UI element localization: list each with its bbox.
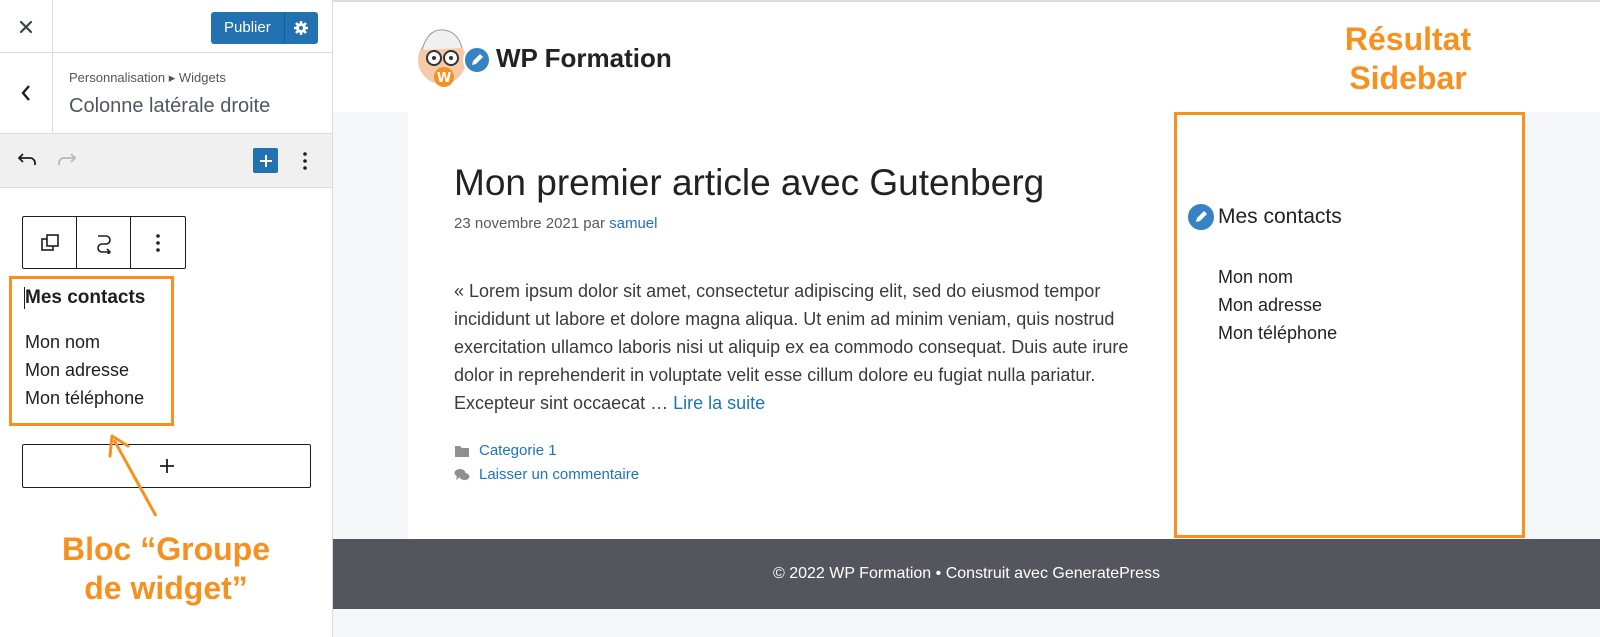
more-vertical-icon xyxy=(156,233,160,252)
breadcrumb: Personnalisation ▸ Widgets xyxy=(69,70,226,85)
more-vertical-icon xyxy=(303,152,307,170)
widget-group-title[interactable]: Mes contacts xyxy=(24,287,145,309)
editor-toolbar xyxy=(0,134,332,188)
settings-gear-icon xyxy=(294,21,309,35)
read-more-link[interactable]: Lire la suite xyxy=(673,393,765,413)
chevron-left-icon xyxy=(21,85,30,101)
block-type-button[interactable] xyxy=(23,217,77,268)
sidebar-widget-line: Mon nom xyxy=(1218,267,1294,287)
drag-move-button[interactable] xyxy=(77,217,131,268)
comments-icon xyxy=(454,468,470,480)
plus-icon xyxy=(259,154,272,167)
arrow-icon xyxy=(108,434,158,517)
widget-group-annotation: Bloc “Groupe de widget” xyxy=(0,530,332,608)
folder-icon xyxy=(455,445,469,457)
svg-text:W: W xyxy=(437,71,451,86)
post-meta: 23 novembre 2021 par samuel xyxy=(454,215,657,232)
post-author-link[interactable]: samuel xyxy=(609,215,657,232)
post-article: Mon premier article avec Gutenberg 23 no… xyxy=(408,112,1173,539)
comment-link[interactable]: Laisser un commentaire xyxy=(479,466,639,483)
annotation-line: de widget” xyxy=(84,570,248,606)
widget-group-line[interactable]: Mon adresse xyxy=(25,360,129,381)
pencil-edit-icon[interactable] xyxy=(1186,202,1216,232)
publish-settings-button[interactable] xyxy=(283,12,318,44)
section-header: Personnalisation ▸ Widgets Colonne latér… xyxy=(0,53,332,134)
post-date: 23 novembre 2021 xyxy=(454,215,580,232)
pencil-edit-icon[interactable] xyxy=(463,46,491,74)
transform-icon xyxy=(96,234,111,254)
site-title[interactable]: WP Formation xyxy=(496,43,672,74)
undo-button[interactable] xyxy=(16,148,38,175)
close-icon xyxy=(19,20,33,33)
publish-button[interactable]: Publier xyxy=(211,12,284,44)
widget-group-line[interactable]: Mon nom xyxy=(25,332,100,353)
site-footer: © 2022 WP Formation • Construit avec Gen… xyxy=(333,539,1600,609)
post-by: par xyxy=(583,215,605,232)
annotation-line: Bloc “Groupe xyxy=(61,531,270,567)
annotation-line: Résultat xyxy=(1344,21,1472,57)
undo-icon xyxy=(17,153,36,165)
block-toolbar xyxy=(22,216,186,269)
options-menu-button[interactable] xyxy=(295,147,315,175)
redo-icon xyxy=(58,153,77,165)
widget-group-line[interactable]: Mon téléphone xyxy=(25,388,144,409)
section-title: Colonne latérale droite xyxy=(69,95,271,117)
excerpt-text: « Lorem ipsum dolor sit amet, consectetu… xyxy=(454,281,1129,413)
footer-copyright: © 2022 WP Formation • Construit avec Gen… xyxy=(772,565,1161,582)
customizer-panel: Publier Personnalisation ▸ Widgets Colon… xyxy=(0,0,333,637)
widget-group-block[interactable]: Mes contacts Mon nom Mon adresse Mon tél… xyxy=(9,276,174,426)
category-link[interactable]: Categorie 1 xyxy=(479,442,557,459)
post-title[interactable]: Mon premier article avec Gutenberg xyxy=(454,162,1044,204)
sidebar-widget-line: Mon adresse xyxy=(1218,295,1323,315)
post-excerpt: « Lorem ipsum dolor sit amet, consectetu… xyxy=(454,277,1134,417)
post-category: Categorie 1 xyxy=(454,442,557,459)
close-customizer-button[interactable] xyxy=(0,0,53,53)
panel-header-bar: Publier xyxy=(0,0,332,53)
block-options-button[interactable] xyxy=(131,217,185,268)
post-comments: Laisser un commentaire xyxy=(454,466,639,483)
sidebar-widget-title: Mes contacts xyxy=(1218,205,1342,228)
site-preview: W WP Formation Résultat Sidebar Mon prem… xyxy=(333,0,1600,637)
sidebar-annotation: Résultat Sidebar xyxy=(1323,20,1493,98)
sidebar-widget-line: Mon téléphone xyxy=(1218,323,1338,343)
add-block-button[interactable] xyxy=(253,148,278,173)
sidebar-widget-area: Mes contacts Mon nom Mon adresse Mon tél… xyxy=(1174,112,1525,538)
annotation-line: Sidebar xyxy=(1349,60,1467,96)
duplicate-icon xyxy=(40,233,59,251)
publish-button-group: Publier xyxy=(211,12,318,44)
redo-button[interactable] xyxy=(56,148,78,175)
back-button[interactable] xyxy=(0,53,53,133)
